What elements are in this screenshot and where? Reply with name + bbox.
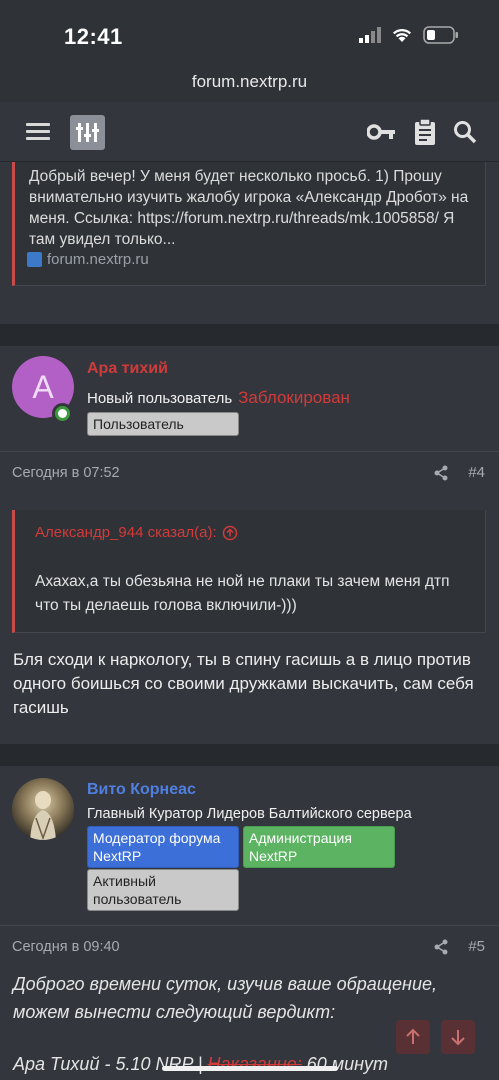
post-4: A Ара тихий Новый пользователь Заблокиров… [0,346,499,744]
quote-text: Ахахах,а ты обезьяна не ной не плаки ты … [35,573,450,614]
url-text: forum.nextrp.ru [191,72,308,91]
user-badge: Пользователь [87,412,239,436]
forum-navbar [0,102,499,162]
arrow-up-icon [406,1028,420,1044]
post-number[interactable]: #5 [468,938,485,955]
nav-actions [367,118,477,146]
status-icons [359,26,459,44]
username[interactable]: Вито Корнеас [87,781,196,799]
active-user-badge: Активный пользователь [87,869,239,911]
user-title: Новый пользователь Заблокирован [87,388,350,408]
username[interactable]: Ара тихий [87,360,168,378]
battery-icon [423,26,458,44]
post-separator [0,744,499,766]
home-indicator[interactable] [162,1066,338,1071]
post-meta-actions: #5 [434,938,485,955]
unfurl-text: Добрый вечер! У меня будет несколько про… [29,168,469,248]
status-bar: 12:41 [0,0,499,68]
wifi-icon [393,28,411,42]
arrow-up-circle-icon [222,525,237,540]
online-status-icon [52,403,73,424]
post-meta-actions: #4 [434,464,485,481]
post-date[interactable]: Сегодня в 09:40 [12,939,120,955]
unfurl-link-text: forum.nextrp.ru [47,251,149,268]
search-icon[interactable] [453,120,477,144]
verdict-suffix: 60 минут [301,1054,389,1074]
post-number[interactable]: #4 [468,464,485,481]
post-date[interactable]: Сегодня в 07:52 [12,465,120,481]
status-time: 12:41 [64,24,123,49]
signal-icon [359,27,381,43]
share-icon[interactable] [434,465,448,481]
post-message: Бля сходи к наркологу, ты в спину гасишь… [13,650,474,717]
user-title-text: Новый пользователь [87,390,233,407]
post-separator [0,324,499,346]
quote-header[interactable]: Александр_944 сказал(а): [35,524,238,541]
arrow-down-icon [451,1030,465,1046]
verdict-strike: Наказание: [207,1054,302,1074]
previous-post: Добрый вечер! У меня будет несколько про… [0,162,499,324]
post-meta: Сегодня в 09:40 #5 [0,925,499,969]
avatar[interactable] [12,778,74,840]
unfurl-link[interactable]: forum.nextrp.ru [27,251,149,268]
clipboard-icon[interactable] [413,118,437,146]
nextrp-logo-icon[interactable] [70,115,105,150]
link-unfurl[interactable]: Добрый вечер! У меня будет несколько про… [12,162,486,286]
quote-block: Александр_944 сказал(а): Ахахах,а ты обе… [12,510,486,633]
share-icon[interactable] [434,939,448,955]
post-message: Доброго времени суток, изучив ваше обращ… [13,974,437,1022]
nextrp-favicon-icon [27,252,42,267]
banned-label: Заблокирован [238,388,350,407]
verdict-prefix: Ара Тихий - 5.10 NRP | [13,1054,208,1074]
scroll-up-button[interactable] [396,1020,430,1054]
quote-author: Александр_944 сказал(а): [35,524,217,541]
scroll-down-button[interactable] [441,1020,475,1054]
admin-badge: Администрация NextRP [243,826,395,868]
forum-page: 12:41 forum.nextrp.ru Добрый вечер! У ме… [0,0,499,1080]
key-icon[interactable] [367,123,397,141]
url-bar[interactable]: forum.nextrp.ru [0,68,499,102]
verdict-line: Ара Тихий - 5.10 NRP | Наказание: 60 мин… [13,1050,485,1078]
post-meta: Сегодня в 07:52 #4 [0,451,499,495]
user-title: Главный Куратор Лидеров Балтийского серв… [87,806,412,822]
moderator-badge: Модератор форума NextRP [87,826,239,868]
menu-icon[interactable] [26,123,50,141]
